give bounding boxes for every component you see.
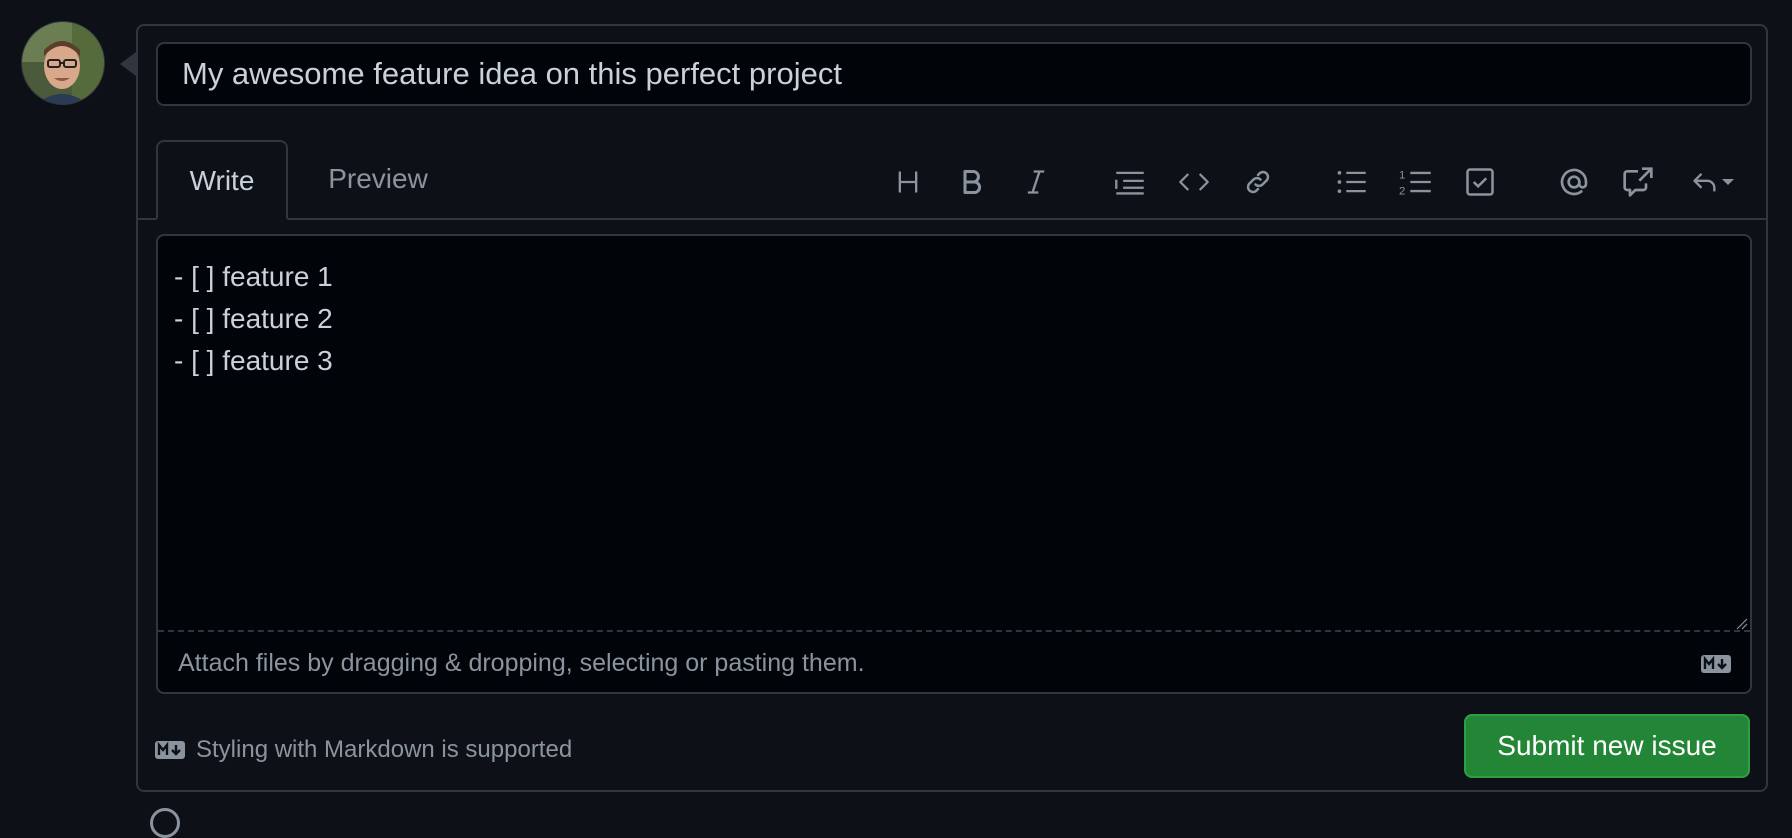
task-list-button[interactable] xyxy=(1458,160,1502,204)
markdown-icon xyxy=(1701,655,1731,673)
mention-icon xyxy=(1560,168,1588,196)
cross-reference-button[interactable] xyxy=(1616,160,1660,204)
cross-reference-icon xyxy=(1623,167,1653,197)
ordered-list-button[interactable]: 1 2 xyxy=(1394,160,1438,204)
new-issue-form: My awesome feature idea on this perfect … xyxy=(136,24,1768,792)
reply-icon xyxy=(1693,173,1716,192)
ordered-list-icon: 1 2 xyxy=(1399,170,1431,197)
heading-button[interactable] xyxy=(886,160,930,204)
issue-title-input[interactable]: My awesome feature idea on this perfect … xyxy=(156,42,1752,106)
link-icon xyxy=(1246,170,1270,194)
italic-icon xyxy=(1027,170,1045,194)
avatar[interactable] xyxy=(22,22,104,104)
quote-icon xyxy=(1115,171,1144,195)
markdown-support-text: Styling with Markdown is supported xyxy=(196,736,573,763)
unordered-list-button[interactable] xyxy=(1330,160,1374,204)
link-button[interactable] xyxy=(1236,160,1280,204)
editor-tabbar: Write Preview 1 2 xyxy=(138,140,1766,220)
attach-files-hint: Attach files by dragging & dropping, sel… xyxy=(178,649,865,677)
markdown-icon xyxy=(155,741,185,759)
resize-handle-icon[interactable] xyxy=(1734,616,1748,630)
svg-text:2: 2 xyxy=(1399,185,1405,197)
code-icon xyxy=(1179,173,1209,191)
svg-text:1: 1 xyxy=(1399,170,1405,182)
mention-button[interactable] xyxy=(1552,160,1596,204)
markdown-support-note[interactable]: Styling with Markdown is supported xyxy=(154,736,572,764)
comment-textarea[interactable]: - [ ] feature 1 - [ ] feature 2 - [ ] fe… xyxy=(158,236,1750,632)
quote-button[interactable] xyxy=(1108,160,1152,204)
comment-caret xyxy=(120,52,136,76)
attach-files-bar[interactable]: Attach files by dragging & dropping, sel… xyxy=(158,634,1750,692)
bold-icon xyxy=(963,169,982,195)
code-button[interactable] xyxy=(1172,160,1216,204)
bold-button[interactable] xyxy=(950,160,994,204)
unordered-list-icon xyxy=(1337,171,1366,193)
info-icon xyxy=(150,808,180,838)
comment-editor: - [ ] feature 1 - [ ] feature 2 - [ ] fe… xyxy=(156,234,1752,694)
textarea-line: - [ ] feature 1 xyxy=(174,261,333,292)
task-list-icon xyxy=(1466,168,1494,196)
submit-issue-button[interactable]: Submit new issue xyxy=(1464,714,1750,778)
textarea-line: - [ ] feature 3 xyxy=(174,345,333,376)
textarea-line: - [ ] feature 2 xyxy=(174,303,333,334)
tab-write[interactable]: Write xyxy=(156,140,288,220)
reply-button[interactable] xyxy=(1678,160,1748,204)
tab-preview[interactable]: Preview xyxy=(288,140,468,218)
avatar-image xyxy=(22,22,104,104)
italic-button[interactable] xyxy=(1014,160,1058,204)
heading-icon xyxy=(898,171,918,193)
chevron-down-icon xyxy=(1722,179,1734,185)
